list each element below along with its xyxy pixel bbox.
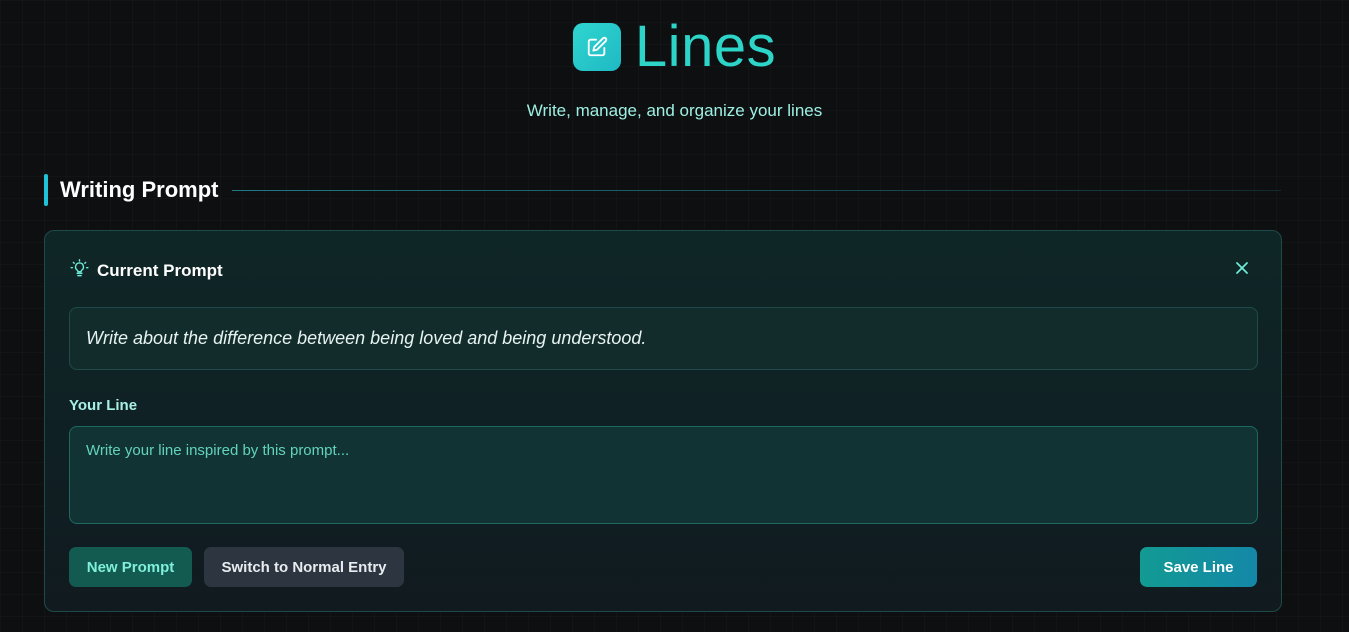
prompt-card: Current Prompt Write about the differenc… <box>44 230 1282 612</box>
line-input[interactable] <box>69 426 1258 524</box>
app-title: Lines <box>634 14 777 79</box>
close-icon[interactable] <box>1233 259 1251 277</box>
your-line-label: Your Line <box>69 397 138 414</box>
section-divider <box>232 189 1281 191</box>
new-prompt-button[interactable]: New Prompt <box>69 547 192 587</box>
edit-icon <box>572 23 621 71</box>
logo-row: Lines <box>0 18 1349 76</box>
card-title: Current Prompt <box>97 261 223 280</box>
lightbulb-icon <box>70 259 89 283</box>
section-accent-bar <box>44 174 48 206</box>
section-title: Writing Prompt <box>60 177 219 202</box>
prompt-text: Write about the difference between being… <box>86 328 647 348</box>
section-heading: Writing Prompt <box>44 173 1281 207</box>
prompt-box: Write about the difference between being… <box>69 307 1258 370</box>
app-header: Lines Write, manage, and organize your l… <box>0 0 1349 140</box>
card-header: Current Prompt <box>70 259 223 283</box>
switch-to-normal-entry-button[interactable]: Switch to Normal Entry <box>204 547 404 587</box>
save-line-button[interactable]: Save Line <box>1140 547 1257 587</box>
app-subtitle: Write, manage, and organize your lines <box>526 101 823 120</box>
